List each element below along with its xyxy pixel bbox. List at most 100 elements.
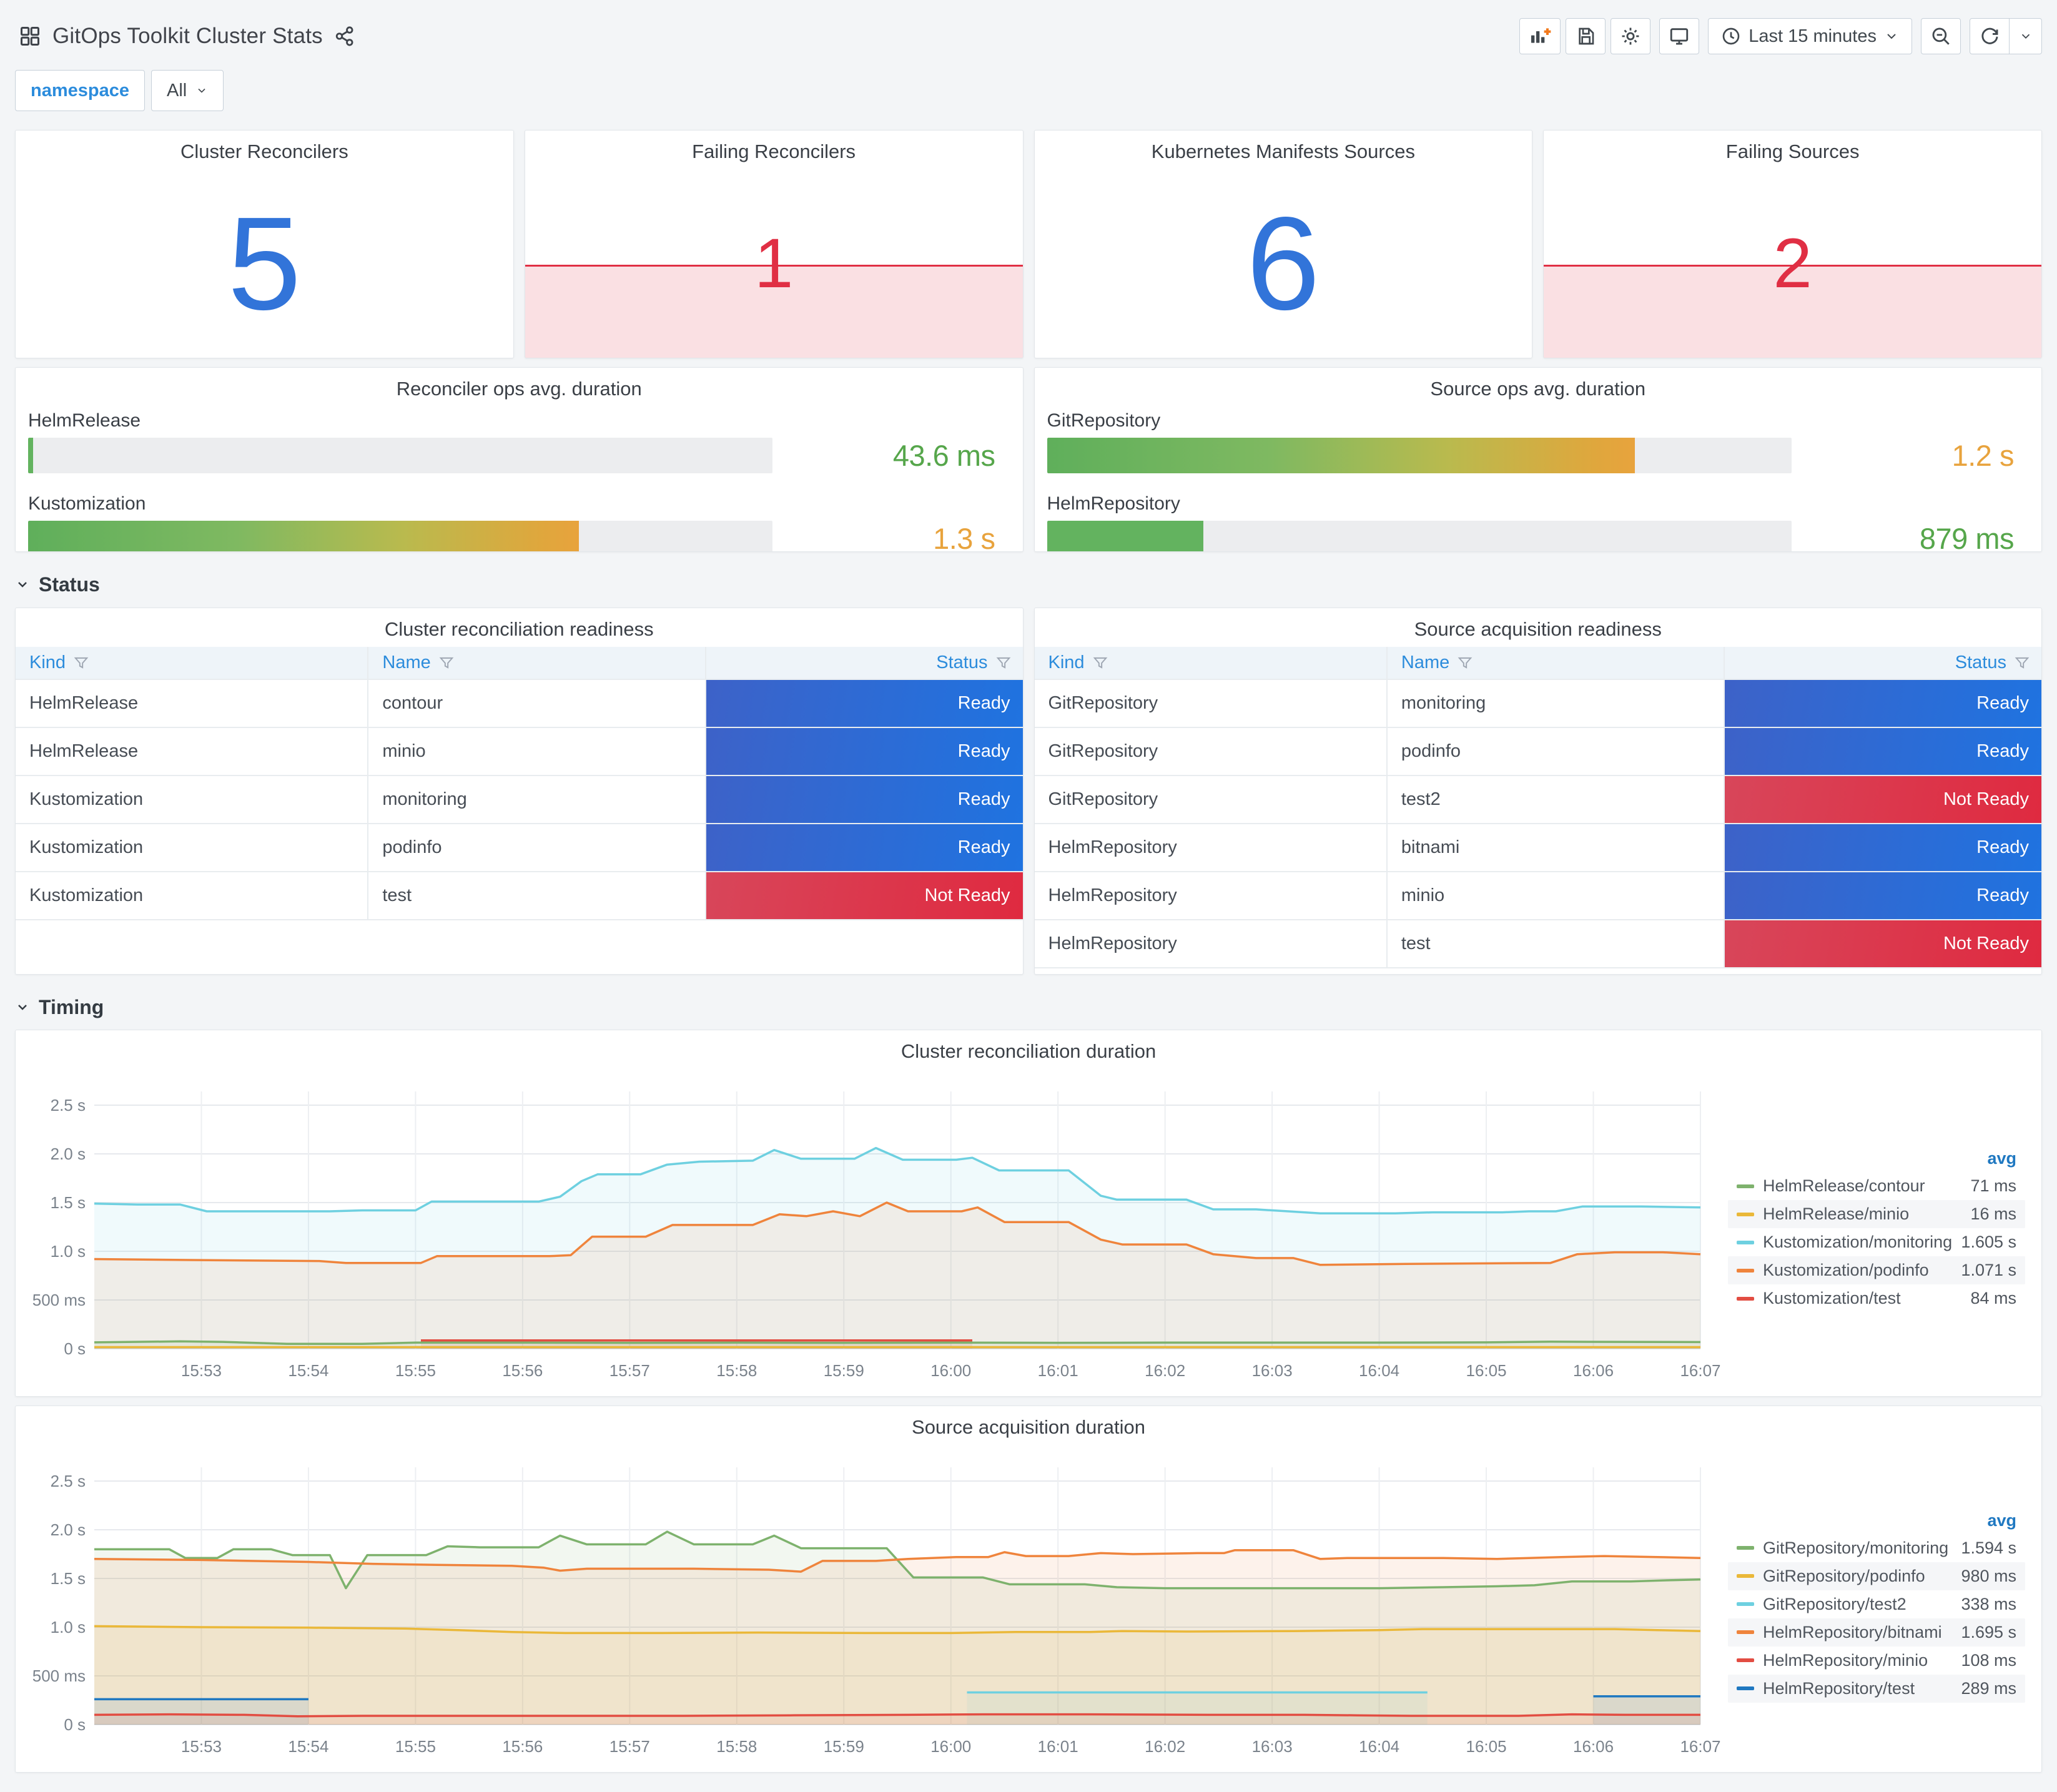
x-axis-tick: 16:00 <box>930 1737 971 1756</box>
bar-gauge-title[interactable]: Reconciler ops avg. duration <box>16 368 1023 406</box>
section-status-label: Status <box>39 573 100 596</box>
legend-avg-header[interactable]: avg <box>1728 1145 2025 1172</box>
zoom-out-button[interactable] <box>1921 18 1961 54</box>
variable-namespace-select[interactable]: All <box>151 70 224 111</box>
status-badge: Ready <box>706 680 1023 727</box>
status-badge: Ready <box>1725 728 2041 775</box>
legend-item[interactable]: GitRepository/test2 338 ms <box>1728 1590 2025 1618</box>
refresh-button[interactable] <box>1970 18 2010 54</box>
legend-series-name: Kustomization/test <box>1763 1289 1901 1307</box>
filter-icon[interactable] <box>1457 655 1473 671</box>
table-row: HelmRepository bitnami Ready <box>1034 824 2041 872</box>
chart-title[interactable]: Cluster reconciliation duration <box>16 1030 2041 1066</box>
table-row: GitRepository monitoring Ready <box>1034 679 2041 728</box>
stat-value: 6 <box>1246 189 1320 337</box>
legend-item[interactable]: HelmRepository/test 289 ms <box>1728 1674 2025 1703</box>
legend-item[interactable]: GitRepository/monitoring 1.594 s <box>1728 1534 2025 1562</box>
table-row: HelmRepository minio Ready <box>1034 872 2041 920</box>
legend-item[interactable]: HelmRelease/contour 71 ms <box>1728 1172 2025 1200</box>
legend-item[interactable]: HelmRepository/minio 108 ms <box>1728 1647 2025 1675</box>
chevron-down-icon <box>198 88 205 93</box>
filter-icon[interactable] <box>438 655 455 671</box>
bar-gauge-value: 1.3 s <box>933 522 995 552</box>
legend-avg-header[interactable]: avg <box>1728 1507 2025 1534</box>
share-icon[interactable] <box>334 26 355 47</box>
filter-icon[interactable] <box>1092 655 1108 671</box>
stat-panel: Failing Reconcilers 1 <box>524 130 1024 358</box>
table-row: HelmRelease contour Ready <box>16 679 1023 728</box>
legend-series-name: HelmRelease/contour <box>1763 1176 1925 1195</box>
time-range-picker[interactable]: Last 15 minutes <box>1708 18 1912 54</box>
table-row: GitRepository test2 Not Ready <box>1034 775 2041 824</box>
table-title[interactable]: Source acquisition readiness <box>1035 608 2042 647</box>
y-axis-tick: 2.5 s <box>51 1472 86 1490</box>
x-axis-tick: 15:55 <box>395 1361 436 1380</box>
x-axis-tick: 15:58 <box>716 1737 757 1756</box>
legend-series-avg: 338 ms <box>1961 1594 2016 1613</box>
time-range-label: Last 15 minutes <box>1749 26 1877 46</box>
filter-icon[interactable] <box>2014 655 2030 671</box>
column-header-kind[interactable]: Kind <box>16 647 369 680</box>
table-row: GitRepository podinfo Ready <box>1034 727 2041 776</box>
cell-name: podinfo <box>1386 727 1725 776</box>
x-axis-tick: 16:06 <box>1573 1361 1614 1380</box>
chart-legend: avg GitRepository/monitoring 1.594 s GitRep… <box>1724 1442 2041 1767</box>
column-header-kind[interactable]: Kind <box>1034 647 1388 680</box>
legend-series-name: HelmRepository/bitnami <box>1763 1622 1942 1642</box>
chart-title[interactable]: Source acquisition duration <box>16 1406 2041 1442</box>
cell-name: minio <box>1386 872 1725 920</box>
stat-value: 5 <box>227 189 302 337</box>
bar-gauge-fill <box>28 438 34 473</box>
column-header-name[interactable]: Name <box>1386 647 1725 680</box>
legend-item[interactable]: Kustomization/monitoring 1.605 s <box>1728 1228 2025 1256</box>
stat-panel-title[interactable]: Kubernetes Manifests Sources <box>1035 130 1532 169</box>
cell-name: contour <box>368 679 706 728</box>
bar-gauge-label: HelmRepository <box>1047 493 1180 514</box>
tv-mode-button[interactable] <box>1659 18 1700 54</box>
dashboard-icon[interactable] <box>19 25 41 47</box>
refresh-interval-button[interactable] <box>2010 18 2042 54</box>
variable-namespace-label: namespace <box>15 70 145 111</box>
table-row: HelmRelease minio Ready <box>16 727 1023 776</box>
stat-panel-title[interactable]: Failing Sources <box>1544 130 2041 169</box>
table-row: Kustomization podinfo Ready <box>16 824 1023 872</box>
y-axis-tick: 1.0 s <box>51 1242 86 1261</box>
filter-icon[interactable] <box>73 655 89 671</box>
column-header-status[interactable]: Status <box>1724 647 2041 680</box>
section-timing[interactable]: Timing <box>15 993 2042 1021</box>
table-title[interactable]: Cluster reconciliation readiness <box>16 608 1023 647</box>
x-axis-tick: 15:58 <box>716 1361 757 1380</box>
chevron-down-icon <box>1887 34 1896 39</box>
cell-kind: HelmRelease <box>16 727 369 776</box>
cell-status: Ready <box>1724 727 2041 776</box>
column-header-status[interactable]: Status <box>705 647 1023 680</box>
legend-item[interactable]: Kustomization/test 84 ms <box>1728 1284 2025 1312</box>
legend-item[interactable]: HelmRepository/bitnami 1.695 s <box>1728 1618 2025 1647</box>
stat-panel-title[interactable]: Cluster Reconcilers <box>16 130 513 169</box>
cell-name: podinfo <box>368 824 706 872</box>
legend-item[interactable]: HelmRelease/minio 16 ms <box>1728 1200 2025 1228</box>
status-badge: Ready <box>1725 872 2041 919</box>
legend-color-dash <box>1737 1546 1754 1550</box>
bar-gauge-title[interactable]: Source ops avg. duration <box>1035 368 2042 406</box>
readiness-table: Kind Name Status GitRepository monitoring Rea… <box>1034 647 2041 968</box>
bar-gauge-label: GitRepository <box>1047 410 1161 431</box>
add-panel-button[interactable] <box>1519 18 1561 54</box>
legend-item[interactable]: Kustomization/podinfo 1.071 s <box>1728 1256 2025 1284</box>
table-row: Kustomization monitoring Ready <box>16 775 1023 824</box>
settings-button[interactable] <box>1611 18 1651 54</box>
section-status[interactable]: Status <box>15 571 2042 598</box>
save-dashboard-button[interactable] <box>1566 18 1606 54</box>
cell-name: minio <box>368 727 706 776</box>
legend-color-dash <box>1737 1240 1754 1244</box>
filter-icon[interactable] <box>995 655 1012 671</box>
bar-gauge-value: 1.2 s <box>1951 439 2015 472</box>
bar-gauge-panel: Source ops avg. duration GitRepository 1.2… <box>1033 367 2042 552</box>
legend-item[interactable]: GitRepository/podinfo 980 ms <box>1728 1562 2025 1590</box>
y-axis-tick: 500 ms <box>32 1666 86 1685</box>
x-axis-tick: 15:59 <box>824 1361 864 1380</box>
column-header-name[interactable]: Name <box>368 647 706 680</box>
cell-status: Ready <box>705 775 1023 824</box>
stat-panel-title[interactable]: Failing Reconcilers <box>525 130 1023 169</box>
cell-kind: GitRepository <box>1034 727 1388 776</box>
